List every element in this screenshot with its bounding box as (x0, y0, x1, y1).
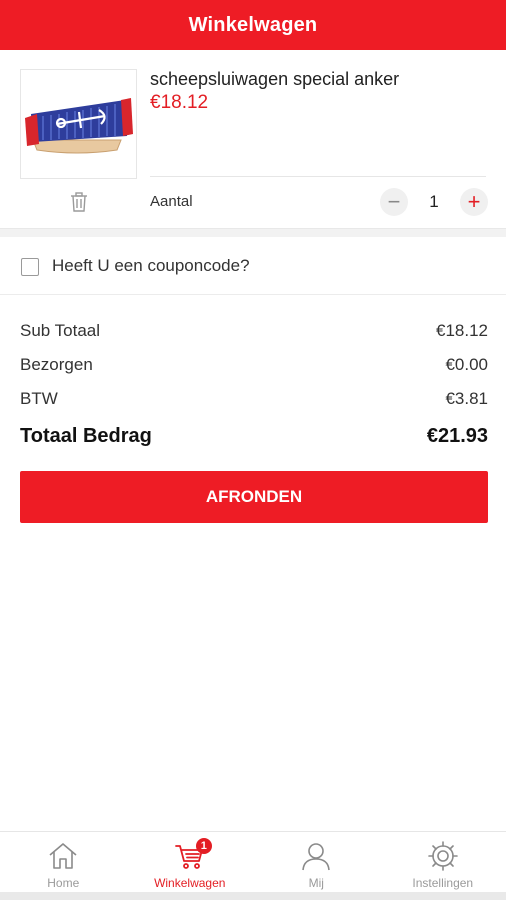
nav-label-profile: Mij (308, 876, 324, 890)
summary-row-subtotal: Sub Totaal €18.12 (20, 314, 488, 348)
cart-icon: 1 (174, 838, 212, 872)
decrease-quantity-button[interactable]: − (380, 188, 408, 216)
vat-label: BTW (20, 389, 58, 408)
checkout-button[interactable]: AFRONDEN (20, 471, 488, 523)
cart-item: scheepsluiwagen special anker €18.12 Aan… (0, 50, 506, 228)
app-header: Winkelwagen (0, 0, 506, 50)
order-summary: Sub Totaal €18.12 Bezorgen €0.00 BTW €3.… (20, 314, 488, 456)
delivery-label: Bezorgen (20, 355, 93, 374)
nav-item-profile[interactable]: Mij (253, 832, 380, 892)
trash-icon[interactable] (68, 191, 90, 213)
system-bar (0, 892, 506, 900)
delivery-value: €0.00 (445, 355, 488, 374)
product-price: €18.12 (150, 92, 209, 113)
nav-item-settings[interactable]: Instellingen (380, 832, 506, 892)
nav-item-home[interactable]: Home (0, 832, 127, 892)
nav-label-home: Home (47, 876, 80, 890)
coupon-section: Heeft U een couponcode? (0, 237, 506, 295)
quantity-stepper: − 1 + (380, 188, 488, 216)
summary-row-vat: BTW €3.81 (20, 382, 488, 416)
summary-row-total: Totaal Bedrag €21.93 (20, 416, 488, 456)
bottom-nav: Home 1 Winkelwagen Mij Instellingen (0, 831, 506, 892)
page-title: Winkelwagen (188, 13, 318, 36)
subtotal-value: €18.12 (436, 321, 488, 340)
user-icon (300, 840, 332, 872)
nav-label-settings: Instellingen (412, 876, 474, 890)
app-root: Winkelwagen scheepsluiwagen special anke… (0, 0, 506, 900)
total-value: €21.93 (426, 424, 488, 447)
summary-row-delivery: Bezorgen €0.00 (20, 348, 488, 382)
quantity-label: Aantal (150, 193, 193, 210)
product-name[interactable]: scheepsluiwagen special anker (150, 69, 399, 90)
product-image[interactable] (20, 69, 137, 179)
total-label: Totaal Bedrag (20, 424, 152, 447)
gear-icon (427, 840, 459, 872)
coupon-checkbox[interactable] (21, 258, 39, 276)
cart-count-badge: 1 (195, 838, 212, 854)
nav-item-cart[interactable]: 1 Winkelwagen (127, 832, 254, 892)
vat-value: €3.81 (445, 389, 488, 408)
item-divider (150, 176, 486, 177)
nav-label-cart: Winkelwagen (154, 876, 226, 890)
coupon-label[interactable]: Heeft U een couponcode? (52, 256, 250, 276)
section-divider (0, 228, 506, 237)
quantity-value: 1 (429, 192, 439, 211)
increase-quantity-button[interactable]: + (460, 188, 488, 216)
subtotal-label: Sub Totaal (20, 321, 101, 340)
home-icon (47, 840, 79, 872)
